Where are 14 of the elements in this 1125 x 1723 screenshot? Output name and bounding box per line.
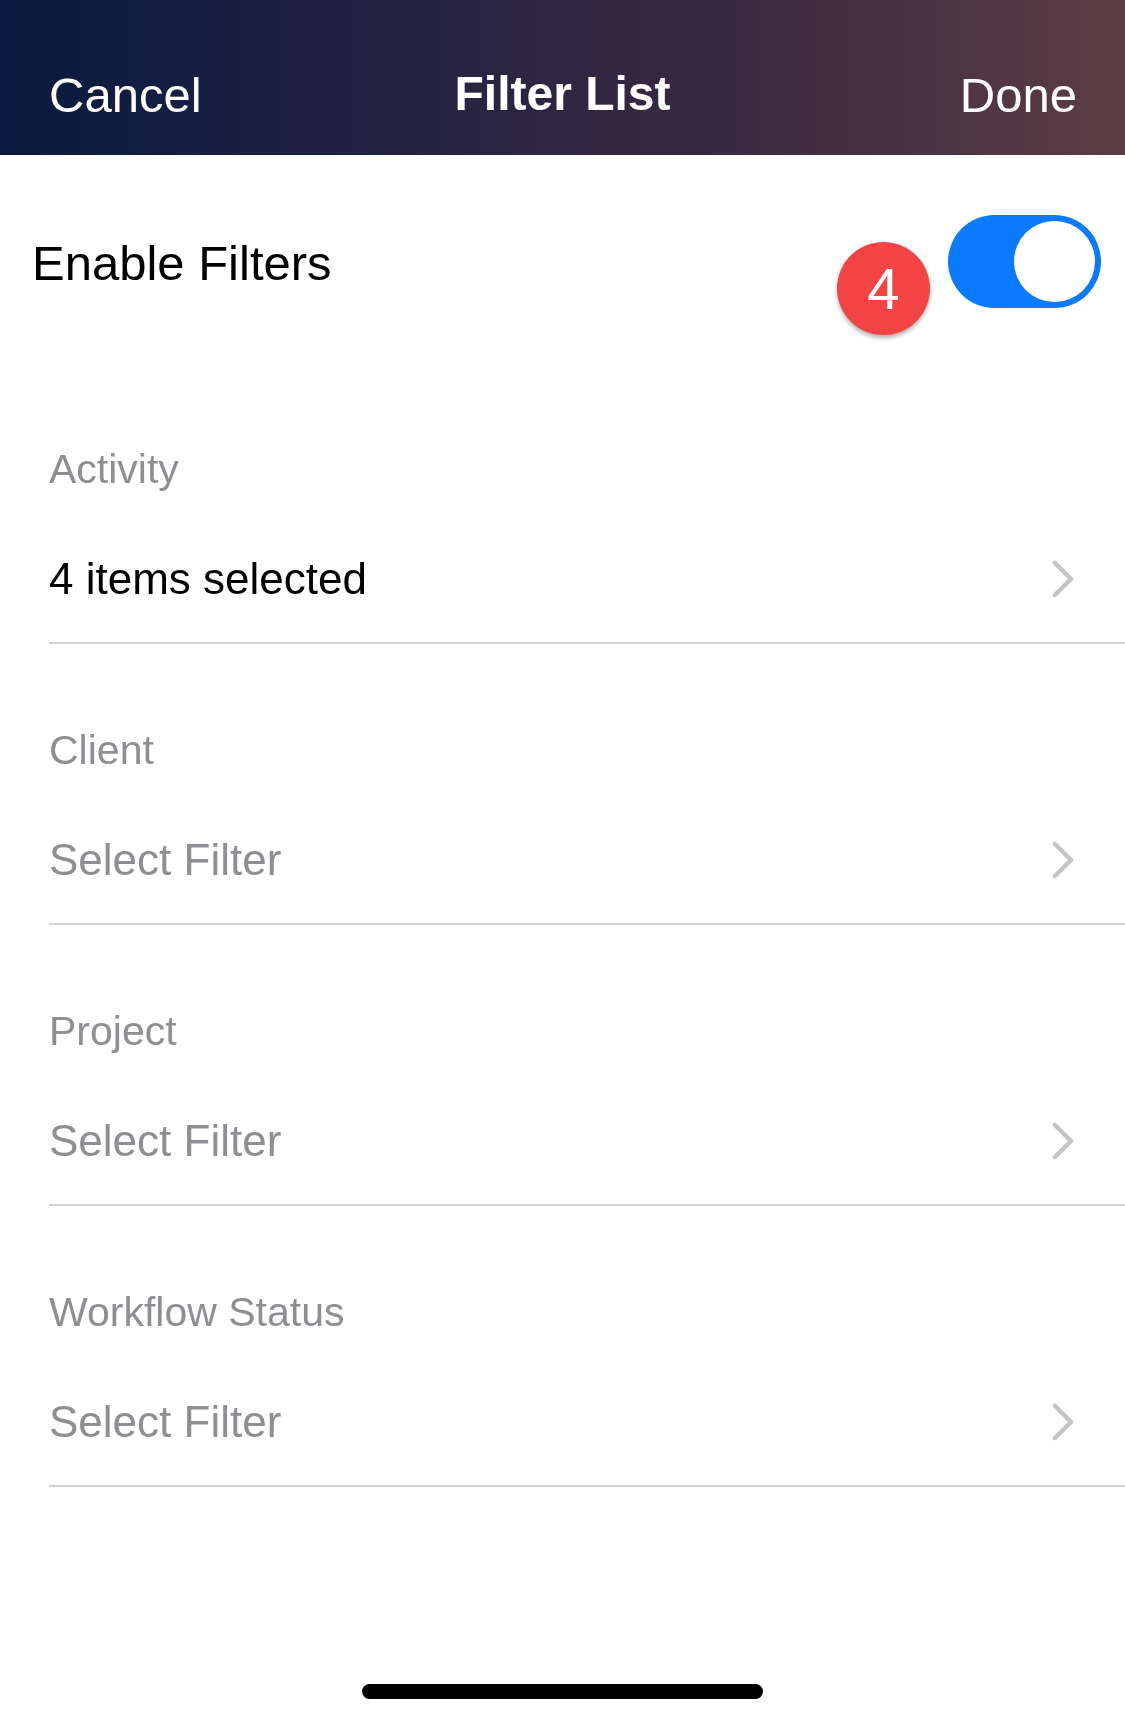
screen-title: Filter List <box>454 66 671 122</box>
chevron-right-icon <box>1052 841 1074 879</box>
section-label: Client <box>49 726 154 775</box>
cancel-button[interactable]: Cancel <box>49 64 202 125</box>
chevron-right-icon <box>1052 560 1074 598</box>
section-label: Activity <box>49 445 179 494</box>
done-button[interactable]: Done <box>959 64 1077 125</box>
chevron-right-icon <box>1052 1403 1074 1441</box>
step-number-badge: 4 <box>837 242 930 335</box>
chevron-right-icon <box>1052 1122 1074 1160</box>
filter-select-row[interactable]: 4 items selected <box>49 499 1125 642</box>
enable-filters-label: Enable Filters <box>32 235 332 292</box>
section-label: Workflow Status <box>49 1288 345 1337</box>
section-label: Project <box>49 1007 177 1056</box>
